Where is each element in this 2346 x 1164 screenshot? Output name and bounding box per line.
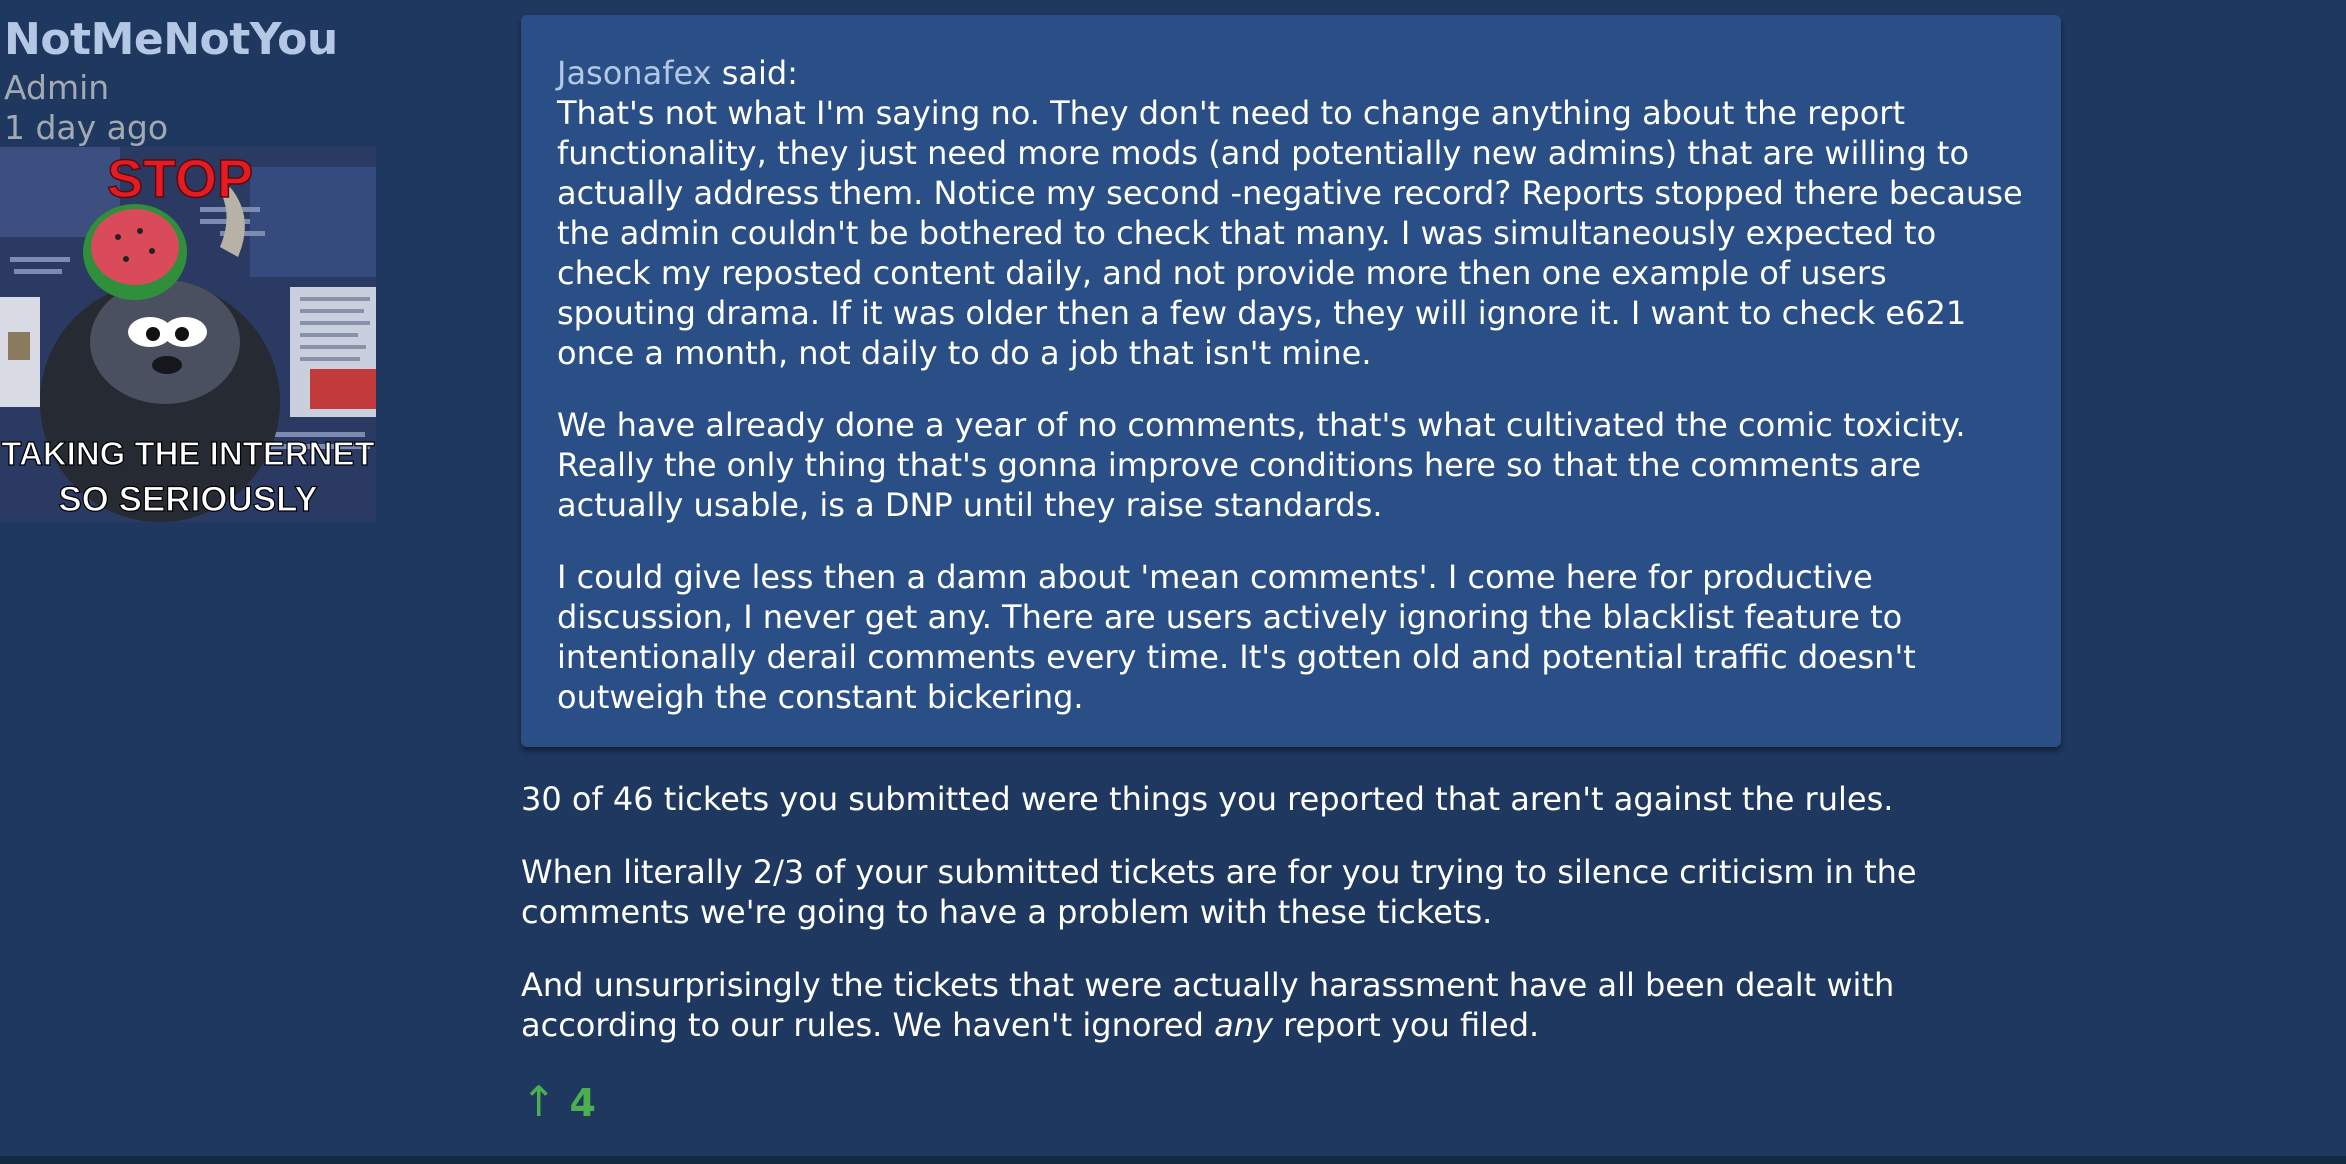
comment-author-info: NotMeNotYou Admin 1 day ago bbox=[4, 12, 474, 148]
quote-header: Jasonafex said: bbox=[557, 53, 2027, 93]
quote-block: Jasonafex said: That's not what I'm sayi… bbox=[521, 15, 2061, 747]
comment-text: report you filed. bbox=[1272, 1006, 1540, 1044]
page-bottom-divider bbox=[0, 1156, 2346, 1164]
comment-paragraph: When literally 2/3 of your submitted tic… bbox=[521, 853, 1917, 931]
comment-body: 30 of 46 tickets you submitted were thin… bbox=[521, 779, 2061, 1045]
avatar-stop-text: STOP bbox=[107, 149, 253, 209]
comment-timestamp[interactable]: 1 day ago bbox=[4, 108, 474, 148]
comment-paragraph: And unsurprisingly the tickets that were… bbox=[521, 965, 2061, 1045]
comment-text: And unsurprisingly the tickets that were… bbox=[521, 966, 1895, 1044]
comment-paragraph: 30 of 46 tickets you submitted were thin… bbox=[521, 780, 1894, 818]
quote-paragraph: We have already done a year of no commen… bbox=[557, 406, 1966, 524]
comment-page: NotMeNotYou Admin 1 day ago STOP TAKING … bbox=[0, 0, 2346, 1164]
avatar-caption-line1: TAKING THE INTERNET bbox=[1, 435, 374, 472]
quote-paragraph: I could give less then a damn about 'mea… bbox=[557, 558, 1916, 716]
quote-user-link[interactable]: Jasonafex bbox=[557, 54, 712, 92]
score-value: 4 bbox=[569, 1081, 596, 1125]
avatar[interactable]: STOP TAKING THE INTERNET SO SERIOUSLY bbox=[0, 147, 376, 522]
upvote-arrow-icon[interactable]: ↑ bbox=[521, 1077, 556, 1126]
comment-content: Jasonafex said: That's not what I'm sayi… bbox=[521, 15, 2061, 1127]
avatar-caption-line2: SO SERIOUSLY bbox=[58, 480, 317, 519]
quote-paragraph: That's not what I'm saying no. They don'… bbox=[557, 94, 2023, 372]
author-name-link[interactable]: NotMeNotYou bbox=[4, 12, 474, 68]
comment-score: ↑ 4 bbox=[521, 1078, 2061, 1127]
comment-emphasis: any bbox=[1214, 1006, 1273, 1044]
quote-said-label: said: bbox=[711, 54, 798, 92]
author-role: Admin bbox=[4, 68, 110, 107]
